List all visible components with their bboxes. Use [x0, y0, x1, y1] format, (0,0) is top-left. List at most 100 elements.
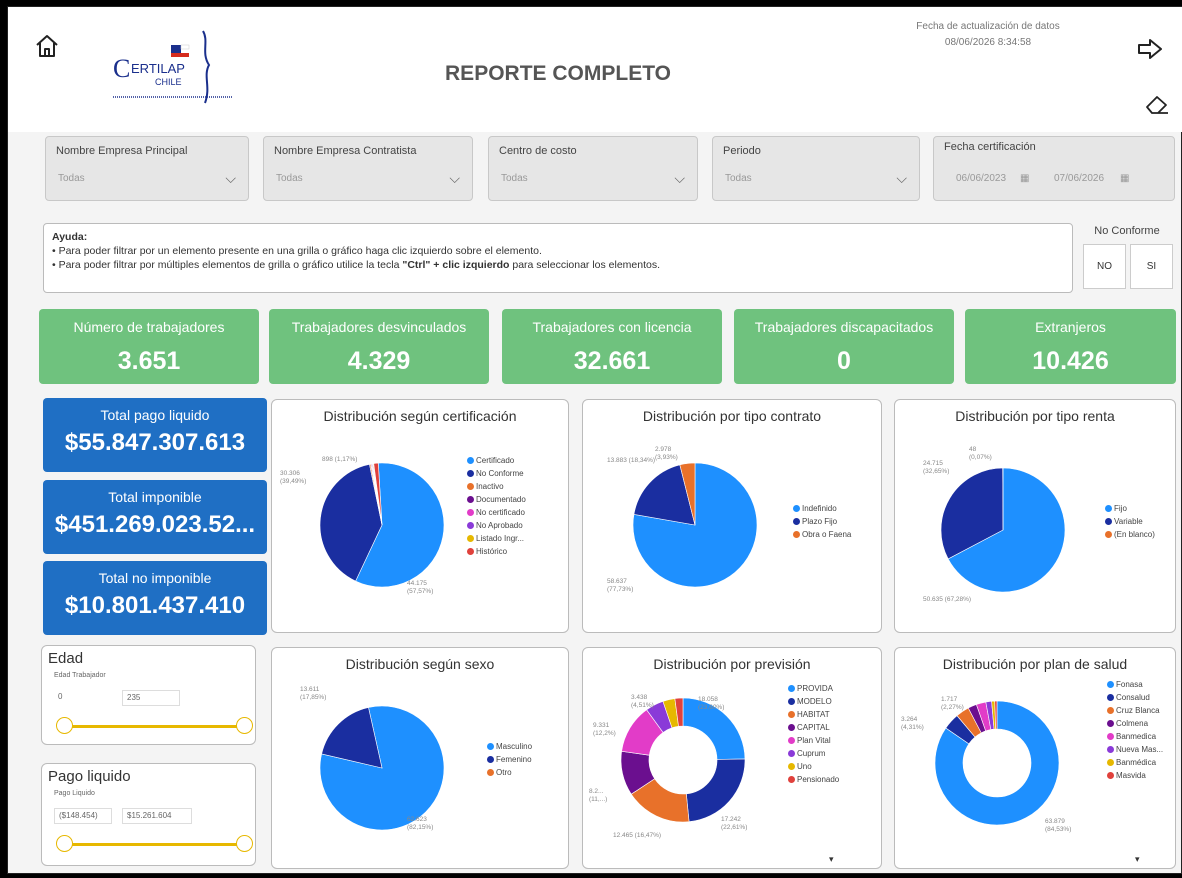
chart-prevision[interactable]: Distribución por previsiónPROVIDAMODELOH…	[582, 647, 882, 869]
chart-tipo-contrato[interactable]: Distribución por tipo contratoIndefinido…	[582, 399, 882, 633]
legend-item[interactable]: Masculino	[487, 740, 532, 753]
chart-plan-salud[interactable]: Distribución por plan de saludFonasaCons…	[894, 647, 1176, 869]
slicer-max-input[interactable]: $15.261.604	[122, 808, 192, 824]
card-total-imponible[interactable]: Total imponible $451.269.023.52...	[43, 480, 267, 554]
legend-marker	[1105, 505, 1112, 512]
legend-label: Plan Vital	[797, 736, 831, 745]
help-text-bold: "Ctrl" + clic izquierdo	[402, 259, 509, 271]
slicer-min-input[interactable]: ($148.454)	[54, 808, 112, 824]
kpi-title: Trabajadores discapacitados	[734, 319, 954, 335]
slicer-min-handle[interactable]	[56, 717, 73, 734]
chart-tipo-renta[interactable]: Distribución por tipo rentaFijoVariable(…	[894, 399, 1176, 633]
legend-item[interactable]: Consalud	[1107, 691, 1163, 704]
legend-label: No certificado	[476, 508, 525, 517]
data-label: 62.623(82,15%)	[407, 816, 433, 832]
no-conforme-title: No Conforme	[1077, 225, 1177, 237]
date-to-input[interactable]: 07/06/2026	[1054, 173, 1104, 184]
legend-item[interactable]: Histórico	[467, 545, 526, 558]
kpi-value: 0	[734, 347, 954, 376]
legend-item[interactable]: Certificado	[467, 454, 526, 467]
filter-empresa-contratista[interactable]: Nombre Empresa Contratista Todas ⌵	[263, 136, 473, 201]
legend-item[interactable]: No Conforme	[467, 467, 526, 480]
legend-label: Histórico	[476, 547, 507, 556]
legend-item[interactable]: Indefinido	[793, 502, 851, 515]
slicer-subtitle: Pago Liquido	[54, 790, 95, 797]
legend-marker	[788, 711, 795, 718]
legend-item[interactable]: No certificado	[467, 506, 526, 519]
calendar-icon[interactable]: ▦	[1020, 173, 1029, 184]
card-total-no-imponible[interactable]: Total no imponible $10.801.437.410	[43, 561, 267, 635]
filter-value: Todas	[276, 173, 303, 184]
logo-wordmark: ERTILAP	[131, 61, 185, 76]
no-conforme-si-button[interactable]: SI	[1130, 244, 1173, 289]
legend-item[interactable]: Nueva Mas...	[1107, 743, 1163, 756]
legend-item[interactable]: Fijo	[1105, 502, 1155, 515]
legend-item[interactable]: Femenino	[487, 753, 532, 766]
slicer-edad: Edad Edad Trabajador 0 235	[41, 645, 256, 745]
legend-marker	[1107, 707, 1114, 714]
legend-scroll-down-icon[interactable]: ▾	[1135, 855, 1140, 863]
eraser-icon[interactable]	[1144, 93, 1170, 120]
filter-empresa-principal[interactable]: Nombre Empresa Principal Todas ⌵	[45, 136, 249, 201]
legend-item[interactable]: Fonasa	[1107, 678, 1163, 691]
filter-label: Fecha certificación	[944, 141, 1036, 153]
legend-marker	[467, 470, 474, 477]
filter-centro-costo[interactable]: Centro de costo Todas ⌵	[488, 136, 698, 201]
legend-scroll-down-icon[interactable]: ▾	[829, 855, 834, 863]
page-title: REPORTE COMPLETO	[308, 62, 808, 86]
chart-sexo[interactable]: Distribución según sexoMasculinoFemenino…	[271, 647, 569, 869]
legend-item[interactable]: Otro	[487, 766, 532, 779]
legend-item[interactable]: Banmédica	[1107, 756, 1163, 769]
legend-item[interactable]: Cuprum	[788, 747, 839, 760]
legend-item[interactable]: HABITAT	[788, 708, 839, 721]
chart-certificacion[interactable]: Distribución según certificaciónCertific…	[271, 399, 569, 633]
legend-marker	[487, 743, 494, 750]
legend-item[interactable]: Colmena	[1107, 717, 1163, 730]
slicer-track	[64, 725, 244, 728]
legend-item[interactable]: Masvida	[1107, 769, 1163, 782]
legend-item[interactable]: Uno	[788, 760, 839, 773]
legend-item[interactable]: Obra o Faena	[793, 528, 851, 541]
data-label: 17.242(22,61%)	[721, 816, 747, 832]
legend-item[interactable]: Documentado	[467, 493, 526, 506]
kpi-numero-trabajadores[interactable]: Número de trabajadores 3.651	[39, 309, 259, 384]
slicer-min-input[interactable]: 0	[54, 690, 112, 706]
kpi-con-licencia[interactable]: Trabajadores con licencia 32.661	[502, 309, 722, 384]
legend-item[interactable]: Plazo Fijo	[793, 515, 851, 528]
legend-item[interactable]: Variable	[1105, 515, 1155, 528]
chevron-down-icon: ⌵	[674, 170, 685, 187]
legend-item[interactable]: Banmedica	[1107, 730, 1163, 743]
legend-item[interactable]: MODELO	[788, 695, 839, 708]
kpi-title: Trabajadores con licencia	[502, 319, 722, 335]
filter-label: Periodo	[723, 145, 761, 157]
chart-legend: IndefinidoPlazo FijoObra o Faena	[793, 502, 851, 541]
help-line-2: • Para poder filtrar por múltiples eleme…	[52, 258, 1064, 272]
slicer-max-input[interactable]: 235	[122, 690, 180, 706]
slicer-min-handle[interactable]	[56, 835, 73, 852]
calendar-icon[interactable]: ▦	[1120, 173, 1129, 184]
forward-arrow-icon[interactable]	[1136, 37, 1164, 66]
legend-item[interactable]: Listado Ingr...	[467, 532, 526, 545]
date-from-input[interactable]: 06/06/2023	[956, 173, 1006, 184]
legend-marker	[788, 750, 795, 757]
legend-marker	[1107, 694, 1114, 701]
pie-slice-modelo[interactable]	[686, 759, 745, 822]
filter-periodo[interactable]: Periodo Todas ⌵	[712, 136, 920, 201]
card-total-pago-liquido[interactable]: Total pago liquido $55.847.307.613	[43, 398, 267, 472]
home-icon[interactable]	[34, 33, 60, 64]
legend-item[interactable]: No Aprobado	[467, 519, 526, 532]
kpi-desvinculados[interactable]: Trabajadores desvinculados 4.329	[269, 309, 489, 384]
legend-item[interactable]: Cruz Blanca	[1107, 704, 1163, 717]
kpi-value: 3.651	[39, 347, 259, 376]
kpi-extranjeros[interactable]: Extranjeros 10.426	[965, 309, 1176, 384]
legend-item[interactable]: Pensionado	[788, 773, 839, 786]
kpi-discapacitados[interactable]: Trabajadores discapacitados 0	[734, 309, 954, 384]
no-conforme-no-button[interactable]: NO	[1083, 244, 1126, 289]
slicer-max-handle[interactable]	[236, 717, 253, 734]
slicer-max-handle[interactable]	[236, 835, 253, 852]
legend-item[interactable]: PROVIDA	[788, 682, 839, 695]
legend-item[interactable]: Plan Vital	[788, 734, 839, 747]
legend-item[interactable]: CAPITAL	[788, 721, 839, 734]
legend-item[interactable]: (En blanco)	[1105, 528, 1155, 541]
legend-item[interactable]: Inactivo	[467, 480, 526, 493]
